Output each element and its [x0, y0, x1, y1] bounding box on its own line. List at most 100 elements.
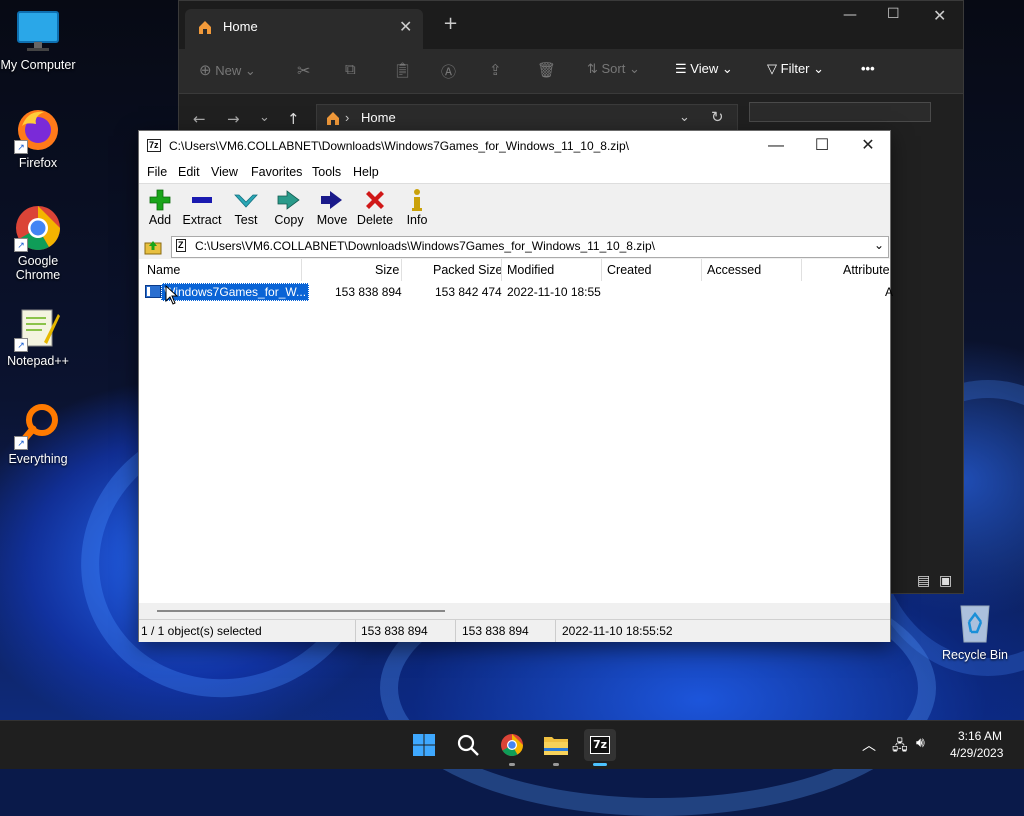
paste-icon[interactable]: 📋︎	[393, 61, 412, 79]
delete-icon[interactable]: 🗑︎	[537, 61, 556, 79]
taskbar-chrome-button[interactable]	[496, 729, 528, 766]
home-icon	[325, 110, 341, 129]
desktop-icon-label: My Computer	[0, 58, 76, 72]
menu-favorites[interactable]: Favorites	[251, 165, 302, 179]
taskbar: 7z ︿ 🖧︎ 🔊︎ 3:16 AM 4/29/2023	[0, 720, 1024, 769]
desktop-icon-my-computer[interactable]: My Computer	[0, 8, 76, 72]
network-icon[interactable]: 🖧︎	[892, 735, 908, 759]
folder-up-icon[interactable]	[144, 238, 162, 259]
tiles-view-icon[interactable]: ▣	[939, 573, 952, 589]
status-packed-size: 153 838 894	[462, 624, 529, 638]
filter-button[interactable]: ▽ Filter ⌄	[767, 61, 824, 77]
extract-button[interactable]: Extract	[180, 187, 224, 227]
path-combobox[interactable]: Z C:\Users\VM6.COLLABNET\Downloads\Windo…	[171, 236, 889, 258]
cut-icon[interactable]: ✂	[297, 61, 310, 81]
column-header-packed-size[interactable]: Packed Size	[433, 263, 502, 277]
column-header-created[interactable]: Created	[607, 263, 651, 277]
column-header-size[interactable]: Size	[375, 263, 399, 277]
taskbar-file-explorer-button[interactable]	[540, 729, 572, 766]
new-button[interactable]: ⊕ New ⌄	[199, 61, 256, 79]
recent-chevron-icon[interactable]: ⌄	[259, 110, 270, 125]
chrome-icon	[501, 734, 523, 756]
new-tab-button[interactable]: +	[443, 13, 458, 34]
taskbar-7zip-button[interactable]: 7z	[584, 729, 616, 766]
sort-button[interactable]: ⇅ Sort ⌄	[587, 61, 640, 77]
path-row: Z C:\Users\VM6.COLLABNET\Downloads\Windo…	[139, 234, 890, 260]
breadcrumb-chevron-icon: ›	[345, 110, 350, 125]
share-icon[interactable]: ⇪	[489, 61, 502, 79]
desktop-icon-chrome[interactable]: ↗ Google Chrome	[0, 204, 76, 282]
desktop-icon-label: Everything	[8, 452, 68, 466]
copy-icon[interactable]: ⧉	[345, 61, 356, 78]
file-list: Name Size Packed Size Modified Created A…	[139, 259, 893, 603]
close-icon[interactable]: ✕	[845, 131, 891, 161]
minimize-icon[interactable]: —	[753, 131, 799, 161]
minus-icon	[180, 187, 224, 213]
chevron-down-icon[interactable]: ⌄	[679, 109, 690, 125]
details-view-icon[interactable]: ▤	[917, 573, 930, 589]
close-icon[interactable]: ✕	[933, 6, 946, 25]
delete-button[interactable]: Delete	[353, 187, 397, 227]
filter-icon: ▽	[767, 61, 777, 76]
copy-button[interactable]: Copy	[267, 187, 311, 227]
clock-time[interactable]: 3:16 AM	[958, 729, 1002, 743]
desktop-icon-firefox[interactable]: ↗ Firefox	[0, 106, 76, 170]
menu-tools[interactable]: Tools	[312, 165, 341, 179]
maximize-icon[interactable]: ☐	[799, 131, 845, 161]
forward-arrow-icon[interactable]: →	[227, 110, 240, 128]
minimize-icon[interactable]: —	[843, 7, 857, 23]
zip-archive-icon: Z	[176, 239, 186, 252]
desktop-icon-everything[interactable]: ↗ Everything	[0, 402, 76, 466]
taskbar-search-button[interactable]	[452, 729, 484, 761]
shortcut-arrow-icon: ↗	[14, 338, 28, 352]
menu-help[interactable]: Help	[353, 165, 379, 179]
up-arrow-icon[interactable]: ↑	[287, 110, 300, 128]
arrow-right-icon	[310, 187, 354, 213]
info-icon	[395, 187, 439, 213]
recycle-bin-icon	[951, 598, 999, 646]
menu-edit[interactable]: Edit	[178, 165, 200, 179]
clock-date[interactable]: 4/29/2023	[950, 746, 1003, 760]
status-size: 153 838 894	[361, 624, 428, 638]
file-modified-cell: 2022-11-10 18:55	[507, 285, 601, 299]
desktop-icon-label: Google Chrome	[15, 254, 61, 282]
chevron-down-icon[interactable]: ⌄	[874, 238, 884, 252]
plus-circle-icon: ⊕	[199, 62, 212, 79]
rename-icon[interactable]: Ⓐ	[441, 61, 456, 82]
volume-icon[interactable]: 🔊︎	[916, 734, 925, 751]
test-button[interactable]: Test	[224, 187, 268, 227]
maximize-icon[interactable]: ☐	[887, 6, 900, 22]
back-arrow-icon[interactable]: ←	[193, 110, 206, 128]
add-button[interactable]: Add	[138, 187, 182, 227]
shortcut-arrow-icon: ↗	[14, 238, 28, 252]
desktop-icon-notepadpp[interactable]: ↗ Notepad++	[0, 304, 76, 368]
close-tab-icon[interactable]: ✕	[399, 17, 412, 37]
toolbar: Add Extract Test Copy Move Delete Info	[139, 184, 890, 234]
menu-view[interactable]: View	[211, 165, 238, 179]
scrollbar-thumb[interactable]	[157, 610, 445, 612]
file-name-cell: Windows7Games_for_W...	[161, 283, 310, 301]
horizontal-scrollbar[interactable]	[139, 603, 890, 619]
move-button[interactable]: Move	[310, 187, 354, 227]
start-button[interactable]	[408, 729, 440, 761]
more-options-button[interactable]: •••	[861, 61, 875, 76]
desktop-icon-recycle-bin[interactable]: Recycle Bin	[937, 598, 1013, 662]
file-packed-size-cell: 153 842 474	[435, 285, 502, 299]
refresh-icon[interactable]: ↻	[711, 108, 724, 126]
table-row[interactable]: Windows7Games_for_W... 153 838 894 153 8…	[139, 281, 893, 301]
explorer-tab-home[interactable]: Home ✕	[185, 9, 423, 49]
explorer-commandbar: ⊕ New ⌄ ✂ ⧉ 📋︎ Ⓐ ⇪ 🗑︎ ⇅ Sort ⌄ ☰ View ⌄ …	[179, 49, 963, 94]
menu-file[interactable]: File	[147, 165, 167, 179]
everything-search-icon: ↗	[14, 402, 62, 450]
column-header-accessed[interactable]: Accessed	[707, 263, 761, 277]
column-header-attributes[interactable]: Attribute	[843, 263, 890, 277]
search-icon	[457, 734, 479, 756]
explorer-search-input[interactable]	[749, 102, 931, 122]
plus-icon	[138, 187, 182, 213]
show-hidden-icons-chevron-icon[interactable]: ︿	[862, 735, 876, 755]
info-button[interactable]: Info	[395, 187, 439, 227]
column-header-name[interactable]: Name	[147, 263, 180, 277]
view-button[interactable]: ☰ View ⌄	[675, 61, 733, 77]
desktop-icon-label: Firefox	[18, 156, 58, 170]
column-header-modified[interactable]: Modified	[507, 263, 554, 277]
